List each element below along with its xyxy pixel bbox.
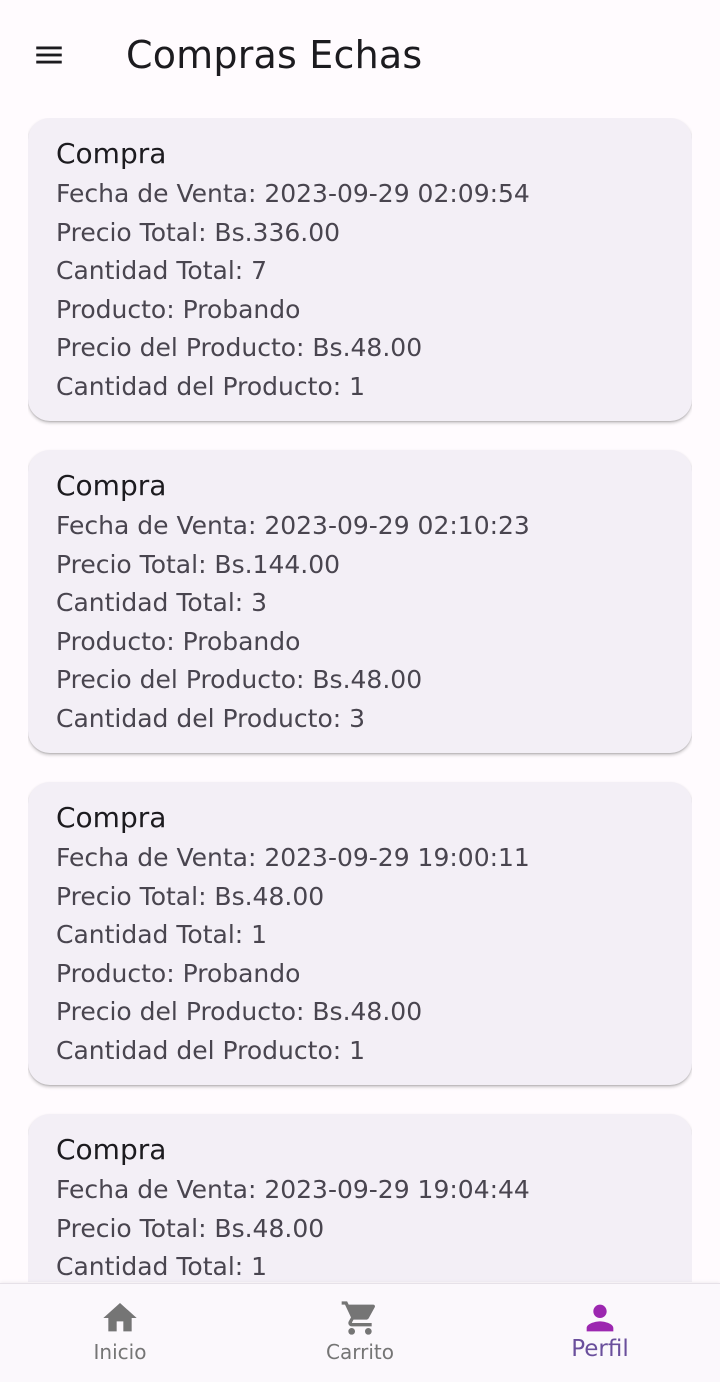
purchase-title: Compra — [56, 801, 167, 834]
menu-button[interactable] — [18, 24, 80, 86]
total-quantity: Cantidad Total: 7 — [56, 256, 268, 285]
purchase-title: Compra — [56, 1133, 167, 1166]
sale-date: Fecha de Venta: 2023-09-29 02:10:23 — [56, 511, 530, 540]
nav-item-inicio[interactable]: Inicio — [0, 1284, 240, 1382]
product-price: Precio del Producto: Bs.48.00 — [56, 997, 423, 1026]
product-name: Producto: Probando — [56, 626, 301, 656]
nav-label: Perfil — [571, 1336, 629, 1362]
cart-icon — [340, 1298, 380, 1338]
nav-label: Carrito — [326, 1340, 394, 1364]
purchase-title: Compra — [56, 137, 167, 170]
sale-date: Fecha de Venta: 2023-09-29 19:04:44 — [56, 1175, 530, 1204]
bottom-navigation: Inicio Carrito Perfil — [0, 1283, 720, 1382]
total-price: Precio Total: Bs.144.00 — [56, 549, 341, 579]
product-quantity: Cantidad del Producto: 3 — [56, 703, 366, 733]
product-price: Precio del Producto: Bs.48.00 — [56, 665, 423, 694]
product-name: Producto: Probando — [56, 958, 301, 988]
product-price: Precio del Producto: Bs.48.00 — [56, 333, 423, 362]
product-quantity: Cantidad del Producto: 1 — [56, 1035, 366, 1065]
app-bar: Compras Echas — [0, 0, 720, 110]
total-price: Precio Total: Bs.48.00 — [56, 1213, 325, 1243]
total-price: Precio Total: Bs.48.00 — [56, 881, 325, 911]
product-name: Producto: Probando — [56, 294, 301, 324]
purchase-card: Compra Fecha de Venta: 2023-09-29 19:00:… — [28, 782, 692, 1085]
nav-item-carrito[interactable]: Carrito — [240, 1284, 480, 1382]
home-icon — [100, 1298, 140, 1338]
product-quantity: Cantidad del Producto: 1 — [56, 371, 366, 401]
menu-icon — [36, 46, 62, 64]
nav-label: Inicio — [93, 1340, 147, 1364]
total-quantity: Cantidad Total: 1 — [56, 920, 268, 949]
nav-item-perfil[interactable]: Perfil — [480, 1284, 720, 1382]
total-quantity: Cantidad Total: 1 — [56, 1252, 268, 1281]
total-quantity: Cantidad Total: 3 — [56, 588, 268, 617]
sale-date: Fecha de Venta: 2023-09-29 19:00:11 — [56, 843, 530, 872]
purchase-card: Compra Fecha de Venta: 2023-09-29 02:10:… — [28, 450, 692, 753]
purchase-card: Compra Fecha de Venta: 2023-09-29 02:09:… — [28, 118, 692, 421]
purchase-card: Compra Fecha de Venta: 2023-09-29 19:04:… — [28, 1114, 692, 1282]
purchase-list[interactable]: Compra Fecha de Venta: 2023-09-29 02:09:… — [28, 118, 692, 1282]
page-title: Compras Echas — [126, 33, 423, 77]
total-price: Precio Total: Bs.336.00 — [56, 217, 341, 247]
person-icon — [580, 1298, 620, 1338]
purchase-title: Compra — [56, 469, 167, 502]
sale-date: Fecha de Venta: 2023-09-29 02:09:54 — [56, 179, 530, 208]
